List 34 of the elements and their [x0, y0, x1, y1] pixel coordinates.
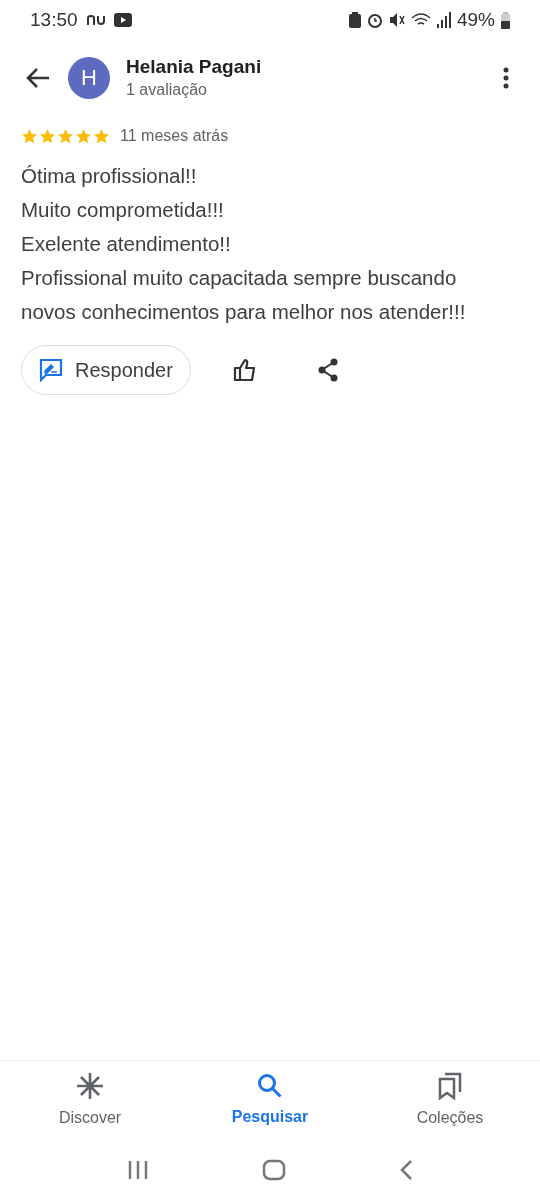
bookmarks-icon	[438, 1071, 462, 1100]
mute-icon	[388, 12, 405, 28]
wifi-icon	[410, 12, 431, 28]
star-icon	[93, 127, 110, 145]
reply-icon	[39, 358, 63, 382]
review-text: Muito comprometida!!!	[21, 197, 225, 223]
review-count: 1 avaliação	[126, 79, 208, 100]
review-text: Profissional muito capacitada sempre buscando novos conhecimentos para melhor nos atender!!!	[21, 265, 467, 325]
battery-percent: 49%	[456, 7, 495, 32]
battery-saver-icon	[348, 12, 361, 28]
signal-icon	[436, 12, 451, 28]
review-date: 11 meses atrás	[120, 126, 229, 146]
review-text: Exelente atendimento!!	[21, 231, 232, 257]
star-icon	[57, 127, 74, 145]
home-icon[interactable]	[262, 1159, 286, 1181]
video-play-icon	[113, 13, 132, 27]
star-icon	[21, 127, 38, 145]
nav-tab[interactable]: Coleções	[360, 1071, 540, 1130]
reviewer-name: Helania Pagani	[126, 54, 263, 79]
reply-button[interactable]: Responder	[21, 345, 191, 395]
nu-icon	[85, 14, 106, 26]
asterisk-icon	[76, 1071, 104, 1100]
alarm-icon	[366, 12, 383, 28]
nav-tab[interactable]: Pesquisar	[180, 1072, 360, 1129]
avatar: H	[68, 56, 110, 99]
star-icon	[75, 127, 92, 145]
search-icon	[257, 1072, 283, 1099]
nav-tab[interactable]: Discover	[0, 1071, 180, 1130]
review-text: Ótima profissional!!	[21, 163, 198, 189]
status-time: 13:50	[30, 7, 78, 32]
battery-icon	[501, 11, 510, 29]
star-icon	[39, 127, 56, 145]
recent-apps-icon[interactable]	[126, 1160, 149, 1180]
back-nav-icon[interactable]	[399, 1159, 414, 1181]
